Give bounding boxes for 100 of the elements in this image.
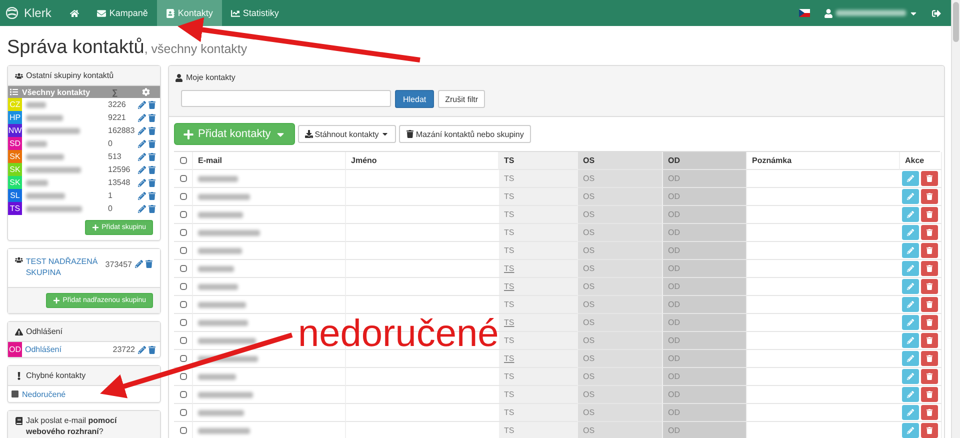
redacted-text xyxy=(26,114,63,120)
row-checkbox[interactable] xyxy=(180,355,187,362)
delete-button[interactable] xyxy=(921,405,938,420)
delete-button[interactable] xyxy=(921,225,938,240)
table-cell-link[interactable]: TS xyxy=(504,282,514,291)
caret-icon xyxy=(380,130,389,138)
logout-icon[interactable] xyxy=(932,8,941,18)
search-button[interactable]: Hledat xyxy=(395,90,434,108)
group-link[interactable]: Nedoručené xyxy=(22,390,66,399)
delete-button[interactable] xyxy=(921,279,938,294)
row-checkbox[interactable] xyxy=(180,391,187,398)
table-cell-link[interactable]: TS xyxy=(504,264,514,273)
row-checkbox[interactable] xyxy=(180,247,187,254)
row-checkbox[interactable] xyxy=(180,427,187,434)
row-checkbox[interactable] xyxy=(180,193,187,200)
search-field[interactable] xyxy=(181,90,391,107)
pencil-icon[interactable] xyxy=(138,140,146,148)
pencil-icon[interactable] xyxy=(138,204,146,212)
table-cell: OD xyxy=(668,300,680,309)
delete-button[interactable] xyxy=(921,297,938,312)
pencil-icon[interactable] xyxy=(138,178,146,186)
nav-tab[interactable]: Kampaně xyxy=(88,0,157,26)
pencil-icon[interactable] xyxy=(138,114,146,122)
trash-icon[interactable] xyxy=(148,140,156,148)
delete-button[interactable] xyxy=(921,369,938,384)
delete-button[interactable] xyxy=(921,351,938,366)
pencil-icon[interactable] xyxy=(138,192,146,200)
warning-icon xyxy=(15,328,23,336)
pencil-icon[interactable] xyxy=(135,260,143,268)
trash-icon[interactable] xyxy=(148,178,156,186)
flag-icon[interactable] xyxy=(799,9,810,17)
exclamation-icon xyxy=(15,372,23,380)
delete-button[interactable] xyxy=(921,243,938,258)
delete-button[interactable] xyxy=(921,423,938,438)
delete-button[interactable] xyxy=(921,261,938,276)
row-checkbox[interactable] xyxy=(180,409,187,416)
pencil-icon[interactable] xyxy=(138,152,146,160)
delete-button[interactable] xyxy=(921,315,938,330)
group-code: CZ xyxy=(8,98,22,111)
pencil-icon[interactable] xyxy=(138,346,146,354)
trash-icon[interactable] xyxy=(145,260,153,268)
trash-icon[interactable] xyxy=(148,346,156,354)
nav-tab[interactable]: Statistiky xyxy=(222,0,288,26)
add-contacts-button[interactable]: Přidat kontakty xyxy=(174,123,295,145)
user-menu[interactable] xyxy=(824,8,918,18)
pencil-icon[interactable] xyxy=(138,126,146,134)
trash-icon[interactable] xyxy=(148,114,156,122)
pencil-icon[interactable] xyxy=(138,100,146,108)
row-checkbox[interactable] xyxy=(180,175,187,182)
users-icon xyxy=(15,72,23,80)
table-cell-link[interactable]: TS xyxy=(504,318,514,327)
table-cell-link[interactable]: TS xyxy=(504,354,514,363)
row-checkbox[interactable] xyxy=(180,301,187,308)
row-checkbox[interactable] xyxy=(180,319,187,326)
group-count: 0 xyxy=(108,204,114,213)
group-count: 23722 xyxy=(112,345,135,354)
row-checkbox[interactable] xyxy=(180,265,187,272)
scrollbar-thumb[interactable] xyxy=(953,2,959,42)
group-link[interactable]: TEST NADŘAZENÁ SKUPINA xyxy=(26,256,102,278)
table-cell: OD xyxy=(668,372,680,381)
reset-filter-button[interactable]: Zrušit filtr xyxy=(438,90,486,108)
user-icon xyxy=(824,8,833,18)
brand-logo[interactable]: Klerk xyxy=(6,0,62,26)
group-code: SL xyxy=(8,189,22,202)
pencil-icon xyxy=(907,409,914,416)
pencil-icon xyxy=(907,193,914,200)
help-text: Jak poslat e-mail pomocí webového rozhraní? xyxy=(26,416,118,438)
delete-button[interactable] xyxy=(921,207,938,222)
book-icon xyxy=(15,417,23,426)
group-count: 9221 xyxy=(108,113,127,122)
delete-button[interactable] xyxy=(921,189,938,204)
delete-button[interactable] xyxy=(921,387,938,402)
select-all-checkbox[interactable] xyxy=(180,157,187,164)
pencil-icon xyxy=(907,337,914,344)
trash-icon[interactable] xyxy=(148,126,156,134)
scrollbar-track[interactable] xyxy=(951,0,960,438)
row-checkbox[interactable] xyxy=(180,283,187,290)
table-cell: OD xyxy=(668,192,680,201)
settings-icon[interactable] xyxy=(142,88,150,96)
download-contacts-button[interactable]: Stáhnout kontakty xyxy=(298,125,396,143)
table-cell: OS xyxy=(583,282,595,291)
row-checkbox[interactable] xyxy=(180,211,187,218)
row-checkbox[interactable] xyxy=(180,337,187,344)
trash-icon[interactable] xyxy=(148,166,156,174)
trash-icon[interactable] xyxy=(148,192,156,200)
line-chart-icon xyxy=(230,8,240,18)
row-checkbox[interactable] xyxy=(180,373,187,380)
group-code: HP xyxy=(8,111,22,124)
row-checkbox[interactable] xyxy=(180,229,187,236)
trash-icon[interactable] xyxy=(148,100,156,108)
nav-tab[interactable]: Kontakty xyxy=(156,0,222,26)
delete-contacts-button[interactable]: Mazání kontaktů nebo skupiny xyxy=(398,125,531,143)
redacted-text xyxy=(198,392,253,398)
trash-icon[interactable] xyxy=(148,204,156,212)
trash-icon[interactable] xyxy=(148,152,156,160)
group-link[interactable]: Odhlášení xyxy=(25,345,110,354)
delete-button[interactable] xyxy=(921,171,938,186)
pencil-icon[interactable] xyxy=(138,166,146,174)
table-cell: OD xyxy=(668,390,680,399)
delete-button[interactable] xyxy=(921,333,938,348)
